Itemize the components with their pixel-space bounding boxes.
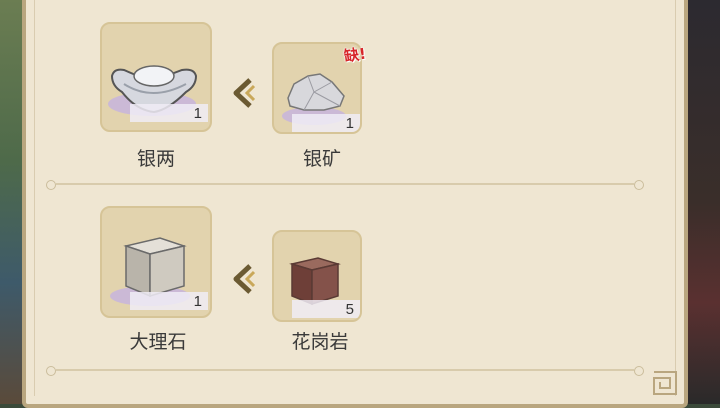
craft-arrow-icon: [233, 264, 256, 294]
item-count: 1: [193, 292, 202, 310]
item-count: 5: [345, 300, 354, 318]
item-count-bar: 1: [130, 104, 208, 122]
item-name-label: 银矿: [302, 148, 341, 170]
item-count: 1: [193, 104, 202, 122]
item-count-bar: 5: [292, 300, 360, 318]
item-count-bar: 1: [292, 114, 360, 132]
item-name-label: 花岗岩: [291, 331, 349, 353]
item-count-bar: 1: [130, 292, 208, 310]
missing-badge: 缺!: [342, 44, 368, 66]
item-count: 1: [345, 114, 354, 132]
row-divider: [46, 366, 644, 376]
craft-arrow-icon: [233, 78, 256, 108]
corner-ornament-icon: [653, 371, 677, 395]
item-name-label: 大理石: [129, 331, 187, 353]
background-scenery-left: [0, 0, 24, 404]
background-scenery-right: [686, 0, 720, 404]
recipe-input-slot-granite[interactable]: 5: [272, 230, 362, 322]
recipe-output-slot-silver[interactable]: 1: [100, 22, 212, 132]
recipe-output-slot-marble[interactable]: 1: [100, 206, 212, 318]
row-divider: [46, 180, 644, 190]
item-name-label: 银两: [136, 148, 175, 170]
